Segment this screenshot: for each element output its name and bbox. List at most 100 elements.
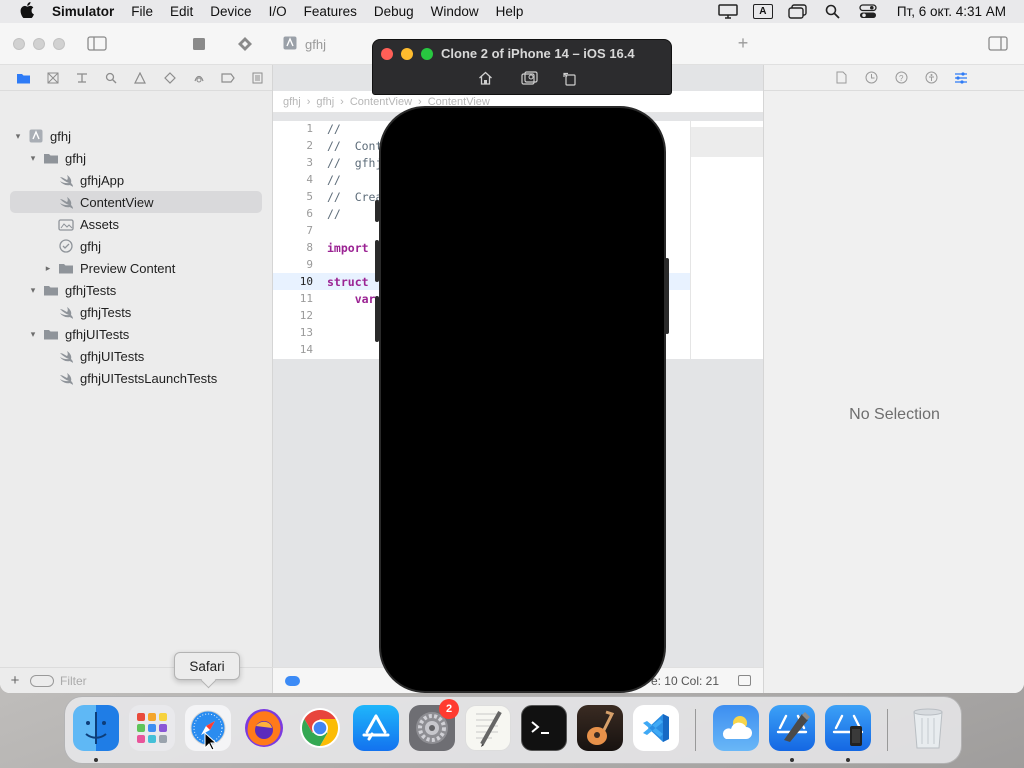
test-navigator-icon[interactable] xyxy=(155,71,184,84)
project-navigator-folder-icon[interactable] xyxy=(9,72,38,84)
disclosure-open-icon[interactable]: ▾ xyxy=(13,131,23,142)
line-number: 13 xyxy=(299,326,313,339)
dock: 2 xyxy=(64,696,962,764)
tree-item-label: Assets xyxy=(80,216,120,232)
inspector-toggle-icon[interactable] xyxy=(988,35,1008,51)
tree-item-file[interactable]: gfhjTests xyxy=(0,301,273,323)
home-icon[interactable] xyxy=(476,70,494,86)
terminal-icon[interactable] xyxy=(521,705,567,751)
weather-icon[interactable] xyxy=(713,705,759,751)
minimize-window-button[interactable] xyxy=(33,38,45,50)
jumpbar-item[interactable]: gfhj xyxy=(316,96,334,108)
source-control-icon[interactable] xyxy=(38,72,67,84)
tree-item-group[interactable]: ▾ gfhjTests xyxy=(0,279,273,301)
system-settings-icon[interactable]: 2 xyxy=(409,699,459,751)
debug-navigator-icon[interactable] xyxy=(184,72,213,84)
menu-io[interactable]: I/O xyxy=(269,4,287,19)
volume-down-button[interactable] xyxy=(375,296,379,342)
show-debug-area-icon[interactable] xyxy=(738,675,751,686)
filter-options-icon[interactable] xyxy=(30,674,54,687)
menu-clock[interactable]: Пт, 6 окт. 4:31 AM xyxy=(897,4,1006,19)
textedit-icon[interactable] xyxy=(465,705,511,751)
debug-area-toggle-icon[interactable] xyxy=(285,675,300,686)
apple-menu-icon[interactable] xyxy=(18,1,36,22)
zoom-window-button[interactable] xyxy=(53,38,65,50)
add-file-button[interactable]: + xyxy=(0,672,30,689)
tree-item-label: gfhjApp xyxy=(80,172,125,188)
mute-switch[interactable] xyxy=(375,200,379,222)
menu-help[interactable]: Help xyxy=(496,4,524,19)
tree-item-group[interactable]: ▾ gfhjUITests xyxy=(0,323,273,345)
jumpbar-item[interactable]: gfhj xyxy=(283,96,301,108)
issue-navigator-icon[interactable] xyxy=(126,71,155,84)
accessibility-inspector-icon[interactable] xyxy=(916,71,946,84)
file-inspector-icon[interactable] xyxy=(826,71,856,84)
scheme-icon[interactable] xyxy=(236,35,253,52)
menu-app-name[interactable]: Simulator xyxy=(52,4,114,19)
symbol-navigator-icon[interactable] xyxy=(67,72,96,84)
tree-item-label: ContentView xyxy=(80,194,154,210)
line-number: 7 xyxy=(306,224,313,237)
menu-file[interactable]: File xyxy=(131,4,153,19)
trash-icon[interactable] xyxy=(905,705,951,751)
tree-item-file-selected[interactable]: ContentView xyxy=(10,191,262,213)
simulator-close-button[interactable] xyxy=(381,48,393,60)
tree-item-group[interactable]: ▾ gfhj xyxy=(0,147,273,169)
asset-catalog-icon xyxy=(58,218,74,231)
disclosure-open-icon[interactable]: ▾ xyxy=(28,285,38,296)
simulator-minimize-button[interactable] xyxy=(401,48,413,60)
jumpbar-item[interactable]: ContentView xyxy=(350,96,412,108)
stop-icon[interactable] xyxy=(192,37,205,50)
add-tab-icon[interactable]: + xyxy=(735,33,751,53)
menu-window[interactable]: Window xyxy=(431,4,479,19)
simulator-zoom-button[interactable] xyxy=(421,48,433,60)
menu-edit[interactable]: Edit xyxy=(170,4,193,19)
tree-item-file[interactable]: Assets xyxy=(0,213,273,235)
display-icon[interactable] xyxy=(718,4,738,19)
tree-item-file[interactable]: gfhjApp xyxy=(0,169,273,191)
simulator-window-titlebar[interactable]: Clone 2 of iPhone 14 – iOS 16.4 xyxy=(372,39,672,95)
find-navigator-icon[interactable] xyxy=(97,72,126,84)
history-inspector-icon[interactable] xyxy=(856,71,886,84)
menu-features[interactable]: Features xyxy=(304,4,357,19)
chrome-icon[interactable] xyxy=(297,705,343,751)
sidebar-toggle-icon[interactable] xyxy=(87,35,107,51)
iphone-device-screen[interactable] xyxy=(379,106,666,693)
side-power-button[interactable] xyxy=(665,258,669,334)
tree-item-project[interactable]: ▾ gfhj xyxy=(0,125,273,147)
menu-debug[interactable]: Debug xyxy=(374,4,414,19)
tree-item-file[interactable]: gfhj xyxy=(0,235,273,257)
spotlight-search-icon[interactable] xyxy=(823,4,843,19)
tree-item-file[interactable]: gfhjUITests xyxy=(0,345,273,367)
line-number: 14 xyxy=(299,343,313,356)
tree-item-file[interactable]: gfhjUITestsLaunchTests xyxy=(0,367,273,389)
disclosure-open-icon[interactable]: ▾ xyxy=(28,329,38,340)
garageband-icon[interactable] xyxy=(577,705,623,751)
breakpoint-navigator-icon[interactable] xyxy=(214,72,243,83)
code-text: // xyxy=(327,121,341,136)
disclosure-open-icon[interactable]: ▾ xyxy=(28,153,38,164)
xcode-icon[interactable] xyxy=(769,705,815,751)
screenshot-icon[interactable] xyxy=(520,70,538,86)
stage-manager-icon[interactable] xyxy=(788,4,808,19)
rotate-icon[interactable] xyxy=(560,70,578,86)
vscode-icon[interactable] xyxy=(633,705,679,751)
control-center-icon[interactable] xyxy=(858,4,878,19)
filter-placeholder: Filter xyxy=(60,673,87,688)
tree-item-group[interactable]: ▸ Preview Content xyxy=(0,257,273,279)
launchpad-icon[interactable] xyxy=(129,705,175,751)
disclosure-closed-icon[interactable]: ▸ xyxy=(43,263,53,274)
quick-help-icon[interactable]: ? xyxy=(886,71,916,84)
app-store-icon[interactable] xyxy=(353,705,399,751)
finder-icon[interactable] xyxy=(73,705,119,751)
volume-up-button[interactable] xyxy=(375,240,379,282)
simulator-icon[interactable] xyxy=(825,705,871,751)
firefox-icon[interactable] xyxy=(241,705,287,751)
swift-file-icon xyxy=(58,306,74,319)
report-navigator-icon[interactable] xyxy=(243,72,272,84)
input-source-icon[interactable]: A xyxy=(752,4,773,19)
editor-tab-title[interactable]: gfhj xyxy=(305,37,326,52)
close-window-button[interactable] xyxy=(13,38,25,50)
attributes-inspector-icon[interactable] xyxy=(946,71,976,84)
menu-device[interactable]: Device xyxy=(210,4,251,19)
